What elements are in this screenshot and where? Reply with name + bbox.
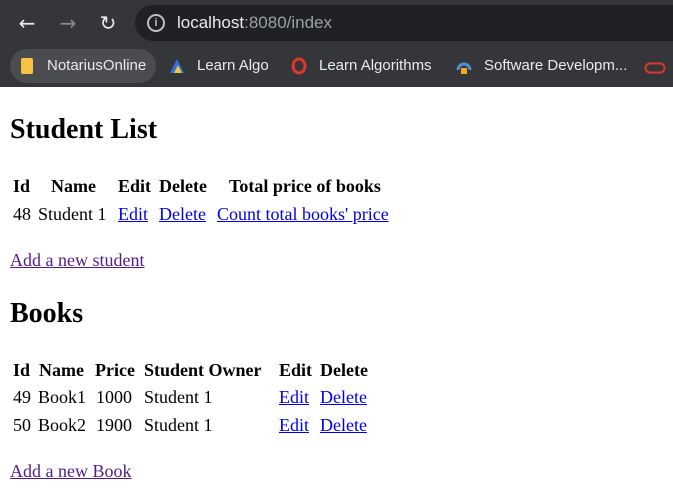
header-delete: Delete: [159, 176, 207, 196]
folder-icon: [21, 58, 33, 74]
bookmark-learn-algo[interactable]: Learn Algo: [168, 49, 278, 83]
opera-icon: [291, 57, 307, 75]
bookmark-label: Learn Algo: [197, 57, 269, 74]
forward-arrow-icon[interactable]: →: [55, 10, 81, 36]
bookmark-notariusonline[interactable]: NotariusOnline: [10, 49, 156, 83]
header-edit: Edit: [279, 360, 313, 380]
url-host: localhost: [177, 13, 245, 32]
header-edit: Edit: [118, 176, 152, 196]
address-url[interactable]: localhost:8080/index: [177, 13, 332, 33]
book-id: 49: [13, 387, 31, 407]
bookmarks-bar: NotariusOnline Learn Algo Learn Algorith…: [0, 46, 673, 87]
bookmark-software-development[interactable]: Software Developm...: [455, 49, 630, 83]
bookmark-learn-algorithms[interactable]: Learn Algorithms: [290, 49, 440, 83]
student-id: 48: [13, 204, 31, 224]
books-title: Books: [10, 298, 84, 329]
student-list-title: Student List: [10, 114, 158, 145]
header-price: Price: [95, 360, 135, 380]
header-id: Id: [13, 360, 31, 380]
add-student-link[interactable]: Add a new student: [10, 250, 144, 271]
book-id: 50: [13, 415, 31, 435]
edit-book-link[interactable]: Edit: [279, 387, 309, 408]
book-name: Book2: [38, 415, 87, 435]
address-bar[interactable]: i localhost:8080/index: [135, 5, 673, 41]
bookmark-label: Learn Algorithms: [319, 57, 432, 74]
header-id: Id: [13, 176, 31, 196]
site-info-icon[interactable]: i: [147, 14, 165, 32]
bookmark-label: NotariusOnline: [47, 57, 147, 74]
book-owner: Student 1: [144, 387, 213, 407]
edit-book-link[interactable]: Edit: [279, 415, 309, 436]
bookmark-label: Software Developm...: [484, 57, 628, 74]
reload-icon[interactable]: ↻: [95, 10, 121, 36]
header-total-price: Total price of books: [229, 176, 381, 196]
count-total-price-link[interactable]: Count total books' price: [217, 204, 389, 225]
book-owner: Student 1: [144, 415, 213, 435]
url-path: :8080/index: [244, 13, 333, 32]
header-name: Name: [39, 360, 84, 380]
software-dev-icon: [456, 62, 472, 74]
delete-book-link[interactable]: Delete: [320, 415, 367, 436]
book-price: 1000: [96, 387, 132, 407]
student-name: Student 1: [38, 204, 107, 224]
book-price: 1900: [96, 415, 132, 435]
delete-book-link[interactable]: Delete: [320, 387, 367, 408]
delete-student-link[interactable]: Delete: [159, 204, 206, 225]
header-student-owner: Student Owner: [144, 360, 262, 380]
learn-algo-icon: [170, 59, 184, 73]
browser-toolbar: ← → ↻ i localhost:8080/index: [0, 0, 673, 46]
add-book-link[interactable]: Add a new Book: [10, 461, 131, 482]
header-delete: Delete: [320, 360, 368, 380]
browser-chrome: ← → ↻ i localhost:8080/index NotariusOnl…: [0, 0, 673, 87]
header-name: Name: [51, 176, 96, 196]
back-arrow-icon[interactable]: ←: [14, 10, 40, 36]
edit-student-link[interactable]: Edit: [118, 204, 148, 225]
book-name: Book1: [38, 387, 87, 407]
oracle-bookmark-icon[interactable]: [644, 62, 666, 74]
